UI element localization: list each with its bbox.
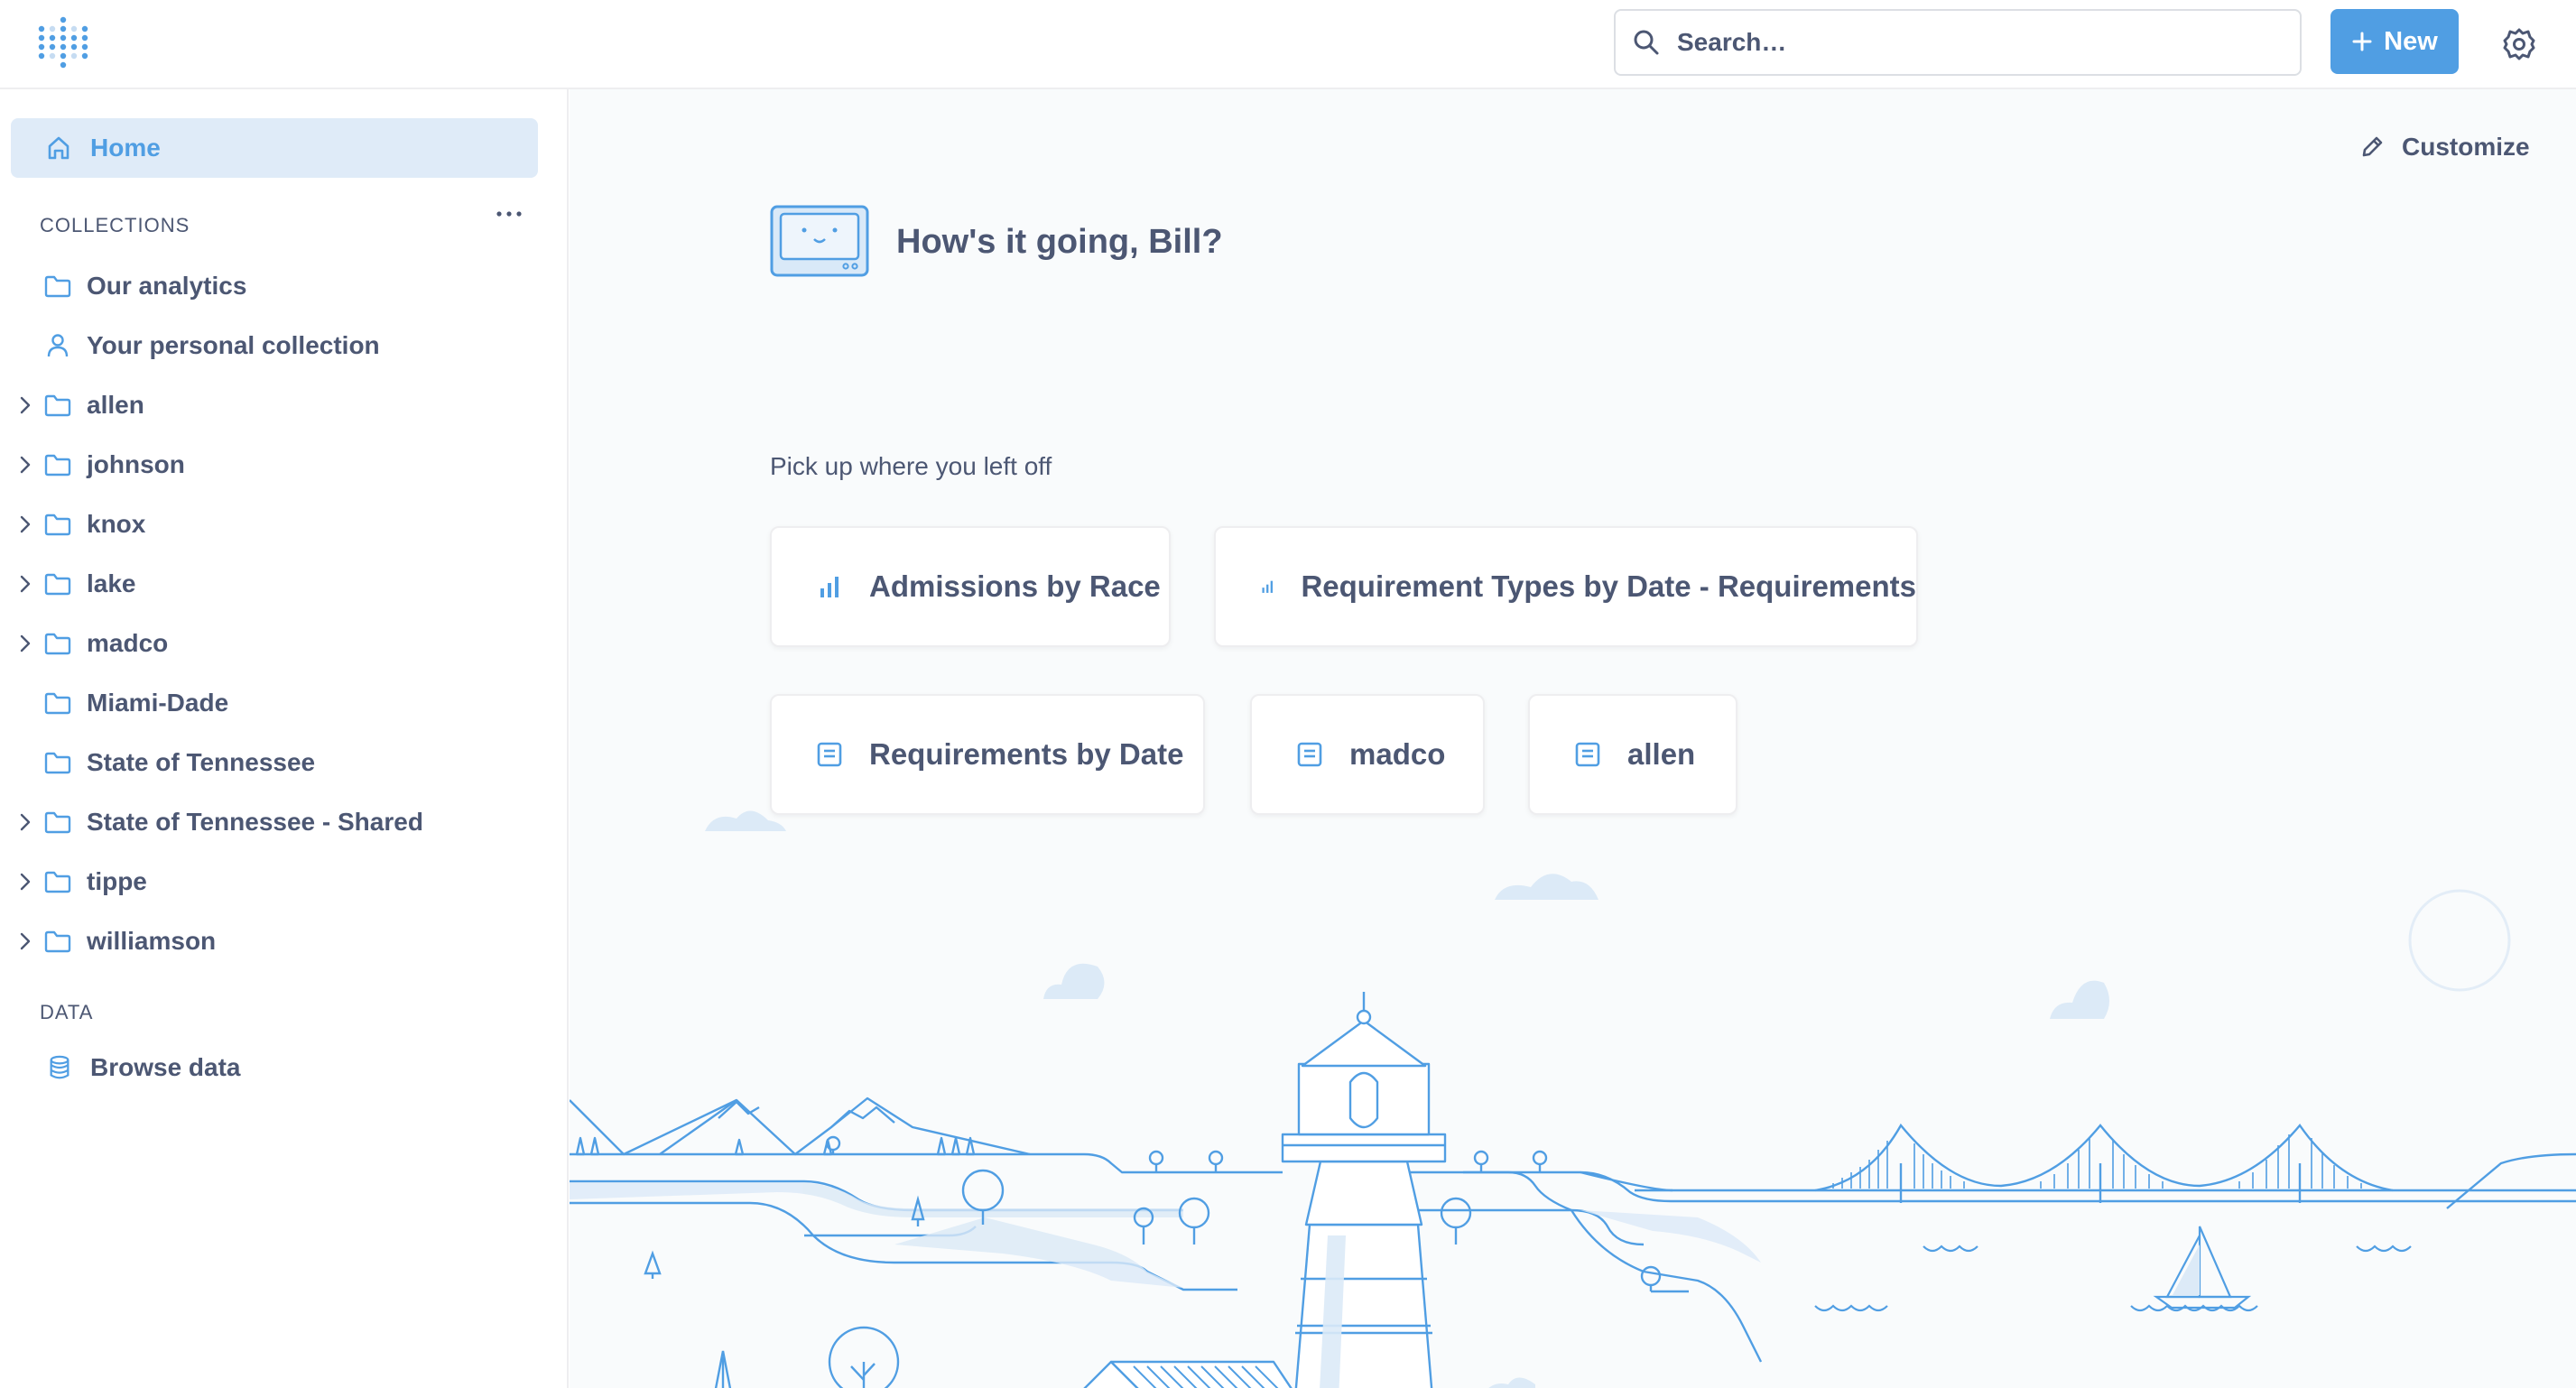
sidebar-item-collection[interactable]: Your personal collection	[0, 319, 560, 373]
sidebar-item-collection[interactable]: State of Tennessee	[0, 736, 560, 790]
sidebar-item-collection[interactable]: State of Tennessee - Shared	[0, 795, 560, 849]
collections-heading: COLLECTIONS	[40, 214, 190, 236]
main-content: Customize How's it going, Bill? Pick up …	[570, 89, 2576, 1388]
folder-icon	[43, 273, 72, 299]
sidebar-item-label: Our analytics	[87, 272, 247, 300]
sidebar-item-label: tippe	[87, 867, 147, 895]
chevron-right-icon[interactable]	[16, 454, 34, 476]
folder-icon	[43, 571, 72, 597]
more-options-icon[interactable]	[495, 208, 524, 219]
sidebar-item-collection[interactable]: Miami-Dade	[0, 676, 560, 730]
sidebar-item-collection[interactable]: johnson	[0, 438, 560, 492]
sidebar-item-label: lake	[87, 569, 136, 597]
folder-icon	[43, 452, 72, 477]
sidebar-item-label: Your personal collection	[87, 331, 380, 359]
home-icon	[48, 136, 69, 160]
sidebar-item-label: allen	[87, 391, 144, 419]
sidebar-item-browse-data[interactable]: Browse data	[0, 1041, 560, 1095]
chevron-right-icon[interactable]	[16, 871, 34, 893]
chevron-right-icon[interactable]	[16, 514, 34, 535]
folder-icon	[43, 512, 72, 537]
new-button-label: New	[2384, 26, 2438, 56]
folder-icon	[43, 690, 72, 716]
folder-icon	[43, 393, 72, 418]
sidebar-item-collection[interactable]: Our analytics	[0, 259, 560, 313]
landscape-illustration	[570, 992, 2576, 1388]
sidebar-item-collection[interactable]: tippe	[0, 855, 560, 909]
sidebar-item-collection[interactable]: lake	[0, 557, 560, 611]
new-button[interactable]: New	[2330, 9, 2459, 74]
metabase-logo[interactable]	[38, 16, 88, 70]
search-icon	[1634, 30, 1659, 55]
folder-icon	[43, 810, 72, 835]
gear-icon[interactable]	[2502, 27, 2536, 61]
sidebar-item-collection[interactable]: madco	[0, 616, 560, 671]
sidebar-item-label: Home	[90, 134, 161, 162]
sidebar-item-home[interactable]: Home	[11, 118, 538, 178]
sidebar-item-label: State of Tennessee	[87, 748, 316, 776]
sidebar-item-label: Browse data	[90, 1053, 241, 1081]
data-heading: DATA	[40, 1001, 94, 1023]
plus-icon	[2352, 32, 2372, 51]
chevron-right-icon[interactable]	[16, 394, 34, 416]
sidebar-item-collection[interactable]: williamson	[0, 914, 560, 968]
sidebar-item-label: johnson	[87, 450, 185, 478]
chevron-right-icon[interactable]	[16, 633, 34, 654]
folder-icon	[43, 869, 72, 894]
sidebar-item-collection[interactable]: allen	[0, 378, 560, 432]
sidebar-item-label: williamson	[87, 927, 217, 955]
chevron-right-icon[interactable]	[16, 930, 34, 952]
search-input[interactable]	[1677, 28, 2273, 57]
sidebar-item-label: madco	[87, 629, 169, 657]
folder-icon	[43, 929, 72, 954]
sidebar-item-label: Miami-Dade	[87, 689, 229, 717]
chevron-right-icon[interactable]	[16, 573, 34, 595]
sidebar-item-collection[interactable]: knox	[0, 497, 560, 551]
folder-icon	[43, 750, 72, 775]
sidebar: Home COLLECTIONS Our analytics Your perso…	[0, 89, 569, 1388]
sidebar-item-label: State of Tennessee - Shared	[87, 808, 423, 836]
sidebar-item-label: knox	[87, 510, 146, 538]
database-icon	[50, 1055, 69, 1079]
chevron-right-icon[interactable]	[16, 811, 34, 833]
search-bar[interactable]	[1614, 9, 2302, 76]
folder-icon	[43, 631, 72, 656]
top-bar: New	[0, 0, 2576, 89]
person-icon	[43, 333, 72, 358]
